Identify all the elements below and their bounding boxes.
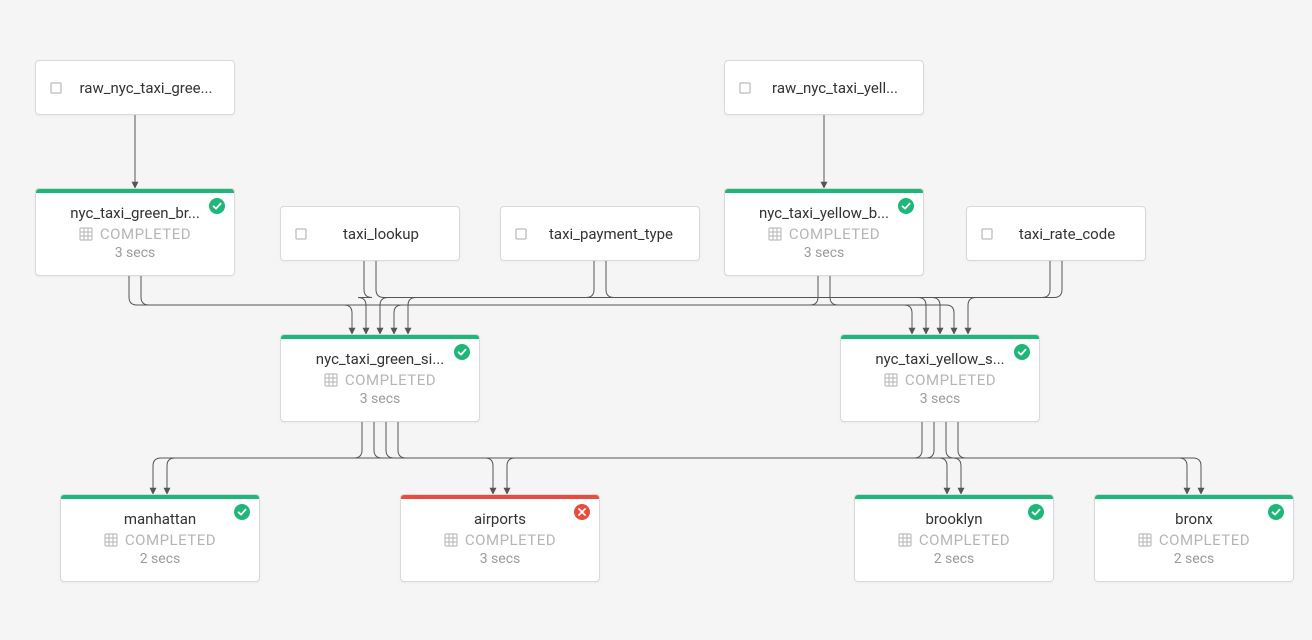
node-title: nyc_taxi_yellow_b... bbox=[739, 203, 909, 223]
status-ok-icon bbox=[209, 198, 225, 214]
node-status: COMPLETED bbox=[125, 531, 216, 549]
edge bbox=[358, 261, 372, 334]
node-title: brooklyn bbox=[869, 509, 1039, 529]
edge bbox=[507, 422, 934, 494]
box-icon bbox=[295, 228, 307, 240]
node-taxi_payment[interactable]: taxi_payment_type bbox=[500, 206, 700, 261]
dag-canvas[interactable]: raw_nyc_taxi_gree... raw_nyc_taxi_yell...… bbox=[0, 0, 1312, 640]
node-brooklyn[interactable]: brooklyn COMPLETED 2 secs bbox=[854, 494, 1054, 582]
node-yellow_s[interactable]: nyc_taxi_yellow_s... COMPLETED 3 secs bbox=[840, 334, 1040, 422]
node-duration: 3 secs bbox=[295, 391, 465, 407]
node-raw_green[interactable]: raw_nyc_taxi_gree... bbox=[35, 60, 235, 115]
table-icon bbox=[79, 227, 93, 241]
edge bbox=[398, 422, 1187, 494]
node-title: taxi_payment_type bbox=[537, 224, 685, 244]
node-status: COMPLETED bbox=[465, 531, 556, 549]
edge bbox=[129, 276, 352, 334]
box-icon bbox=[515, 228, 527, 240]
node-duration: 3 secs bbox=[415, 551, 585, 567]
node-title: nyc_taxi_green_br... bbox=[50, 203, 220, 223]
edge bbox=[968, 261, 1062, 334]
node-green_si[interactable]: nyc_taxi_green_si... COMPLETED 3 secs bbox=[280, 334, 480, 422]
node-green_br[interactable]: nyc_taxi_green_br... COMPLETED 3 secs bbox=[35, 188, 235, 276]
node-taxi_rate[interactable]: taxi_rate_code bbox=[966, 206, 1146, 261]
table-icon bbox=[1138, 533, 1152, 547]
edge bbox=[958, 422, 1201, 494]
node-status: COMPLETED bbox=[919, 531, 1010, 549]
node-status: COMPLETED bbox=[1159, 531, 1250, 549]
node-raw_yellow[interactable]: raw_nyc_taxi_yell... bbox=[724, 60, 924, 115]
edge bbox=[141, 276, 912, 334]
node-airports[interactable]: airports COMPLETED 3 secs bbox=[400, 494, 600, 582]
edge bbox=[153, 422, 362, 494]
table-icon bbox=[768, 227, 782, 241]
status-ok-icon bbox=[1268, 504, 1284, 520]
box-icon bbox=[981, 228, 993, 240]
table-icon bbox=[104, 533, 118, 547]
status-ok-icon bbox=[454, 344, 470, 360]
node-title: raw_nyc_taxi_gree... bbox=[72, 78, 220, 98]
node-status: COMPLETED bbox=[345, 371, 436, 389]
node-manhattan[interactable]: manhattan COMPLETED 2 secs bbox=[60, 494, 260, 582]
node-duration: 3 secs bbox=[50, 245, 220, 261]
table-icon bbox=[444, 533, 458, 547]
table-icon bbox=[324, 373, 338, 387]
node-duration: 3 secs bbox=[855, 391, 1025, 407]
edge bbox=[386, 422, 947, 494]
node-title: airports bbox=[415, 509, 585, 529]
node-yellow_b[interactable]: nyc_taxi_yellow_b... COMPLETED 3 secs bbox=[724, 188, 924, 276]
node-duration: 2 secs bbox=[75, 551, 245, 567]
status-error-icon bbox=[574, 504, 590, 520]
node-status: COMPLETED bbox=[100, 225, 191, 243]
edge bbox=[394, 276, 818, 334]
node-title: raw_nyc_taxi_yell... bbox=[761, 78, 909, 98]
node-duration: 2 secs bbox=[1109, 551, 1279, 567]
node-title: taxi_lookup bbox=[317, 224, 445, 244]
node-bronx[interactable]: bronx COMPLETED 2 secs bbox=[1094, 494, 1294, 582]
node-duration: 3 secs bbox=[739, 245, 909, 261]
node-title: nyc_taxi_yellow_s... bbox=[855, 349, 1025, 369]
node-title: manhattan bbox=[75, 509, 245, 529]
table-icon bbox=[884, 373, 898, 387]
status-ok-icon bbox=[898, 198, 914, 214]
status-ok-icon bbox=[234, 504, 250, 520]
edge bbox=[946, 422, 961, 494]
edge bbox=[374, 422, 493, 494]
box-icon bbox=[739, 82, 751, 94]
node-status: COMPLETED bbox=[905, 371, 996, 389]
node-title: bronx bbox=[1109, 509, 1279, 529]
node-duration: 2 secs bbox=[869, 551, 1039, 567]
node-title: nyc_taxi_green_si... bbox=[295, 349, 465, 369]
box-icon bbox=[50, 82, 62, 94]
node-title: taxi_rate_code bbox=[1003, 224, 1131, 244]
status-ok-icon bbox=[1014, 344, 1030, 360]
edge bbox=[167, 422, 922, 494]
edge bbox=[830, 276, 954, 334]
node-taxi_lookup[interactable]: taxi_lookup bbox=[280, 206, 460, 261]
status-ok-icon bbox=[1028, 504, 1044, 520]
edge bbox=[380, 261, 594, 334]
node-status: COMPLETED bbox=[789, 225, 880, 243]
table-icon bbox=[898, 533, 912, 547]
